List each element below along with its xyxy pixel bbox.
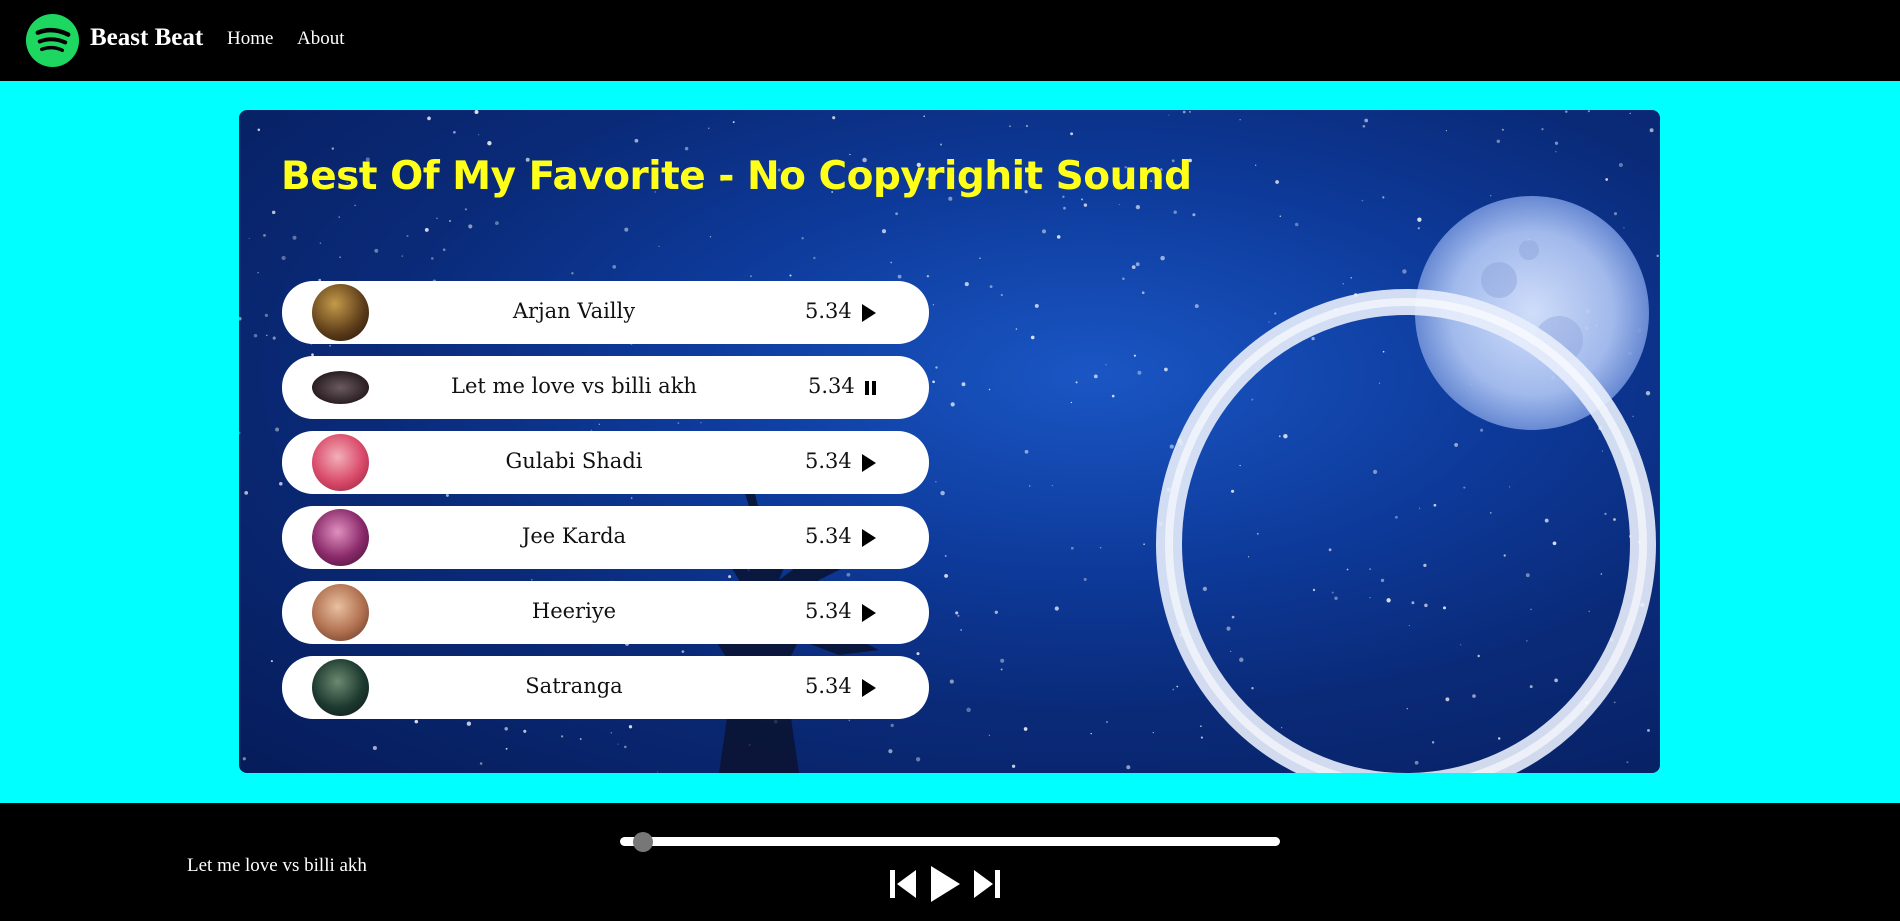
song-name: Gulabi Shadi: [505, 449, 643, 473]
song-item[interactable]: Satranga 5.34: [282, 656, 929, 719]
song-duration: 5.34: [808, 374, 855, 398]
play-icon[interactable]: [860, 528, 878, 548]
play-icon[interactable]: [928, 864, 962, 904]
song-name: Let me love vs billi akh: [451, 374, 697, 398]
playback-controls: [888, 863, 1002, 905]
play-icon[interactable]: [860, 603, 878, 623]
song-duration: 5.34: [805, 674, 852, 698]
song-item[interactable]: Arjan Vailly 5.34: [282, 281, 929, 344]
song-cover-image: [312, 371, 369, 404]
song-name: Satranga: [525, 674, 623, 698]
song-item[interactable]: Gulabi Shadi 5.34: [282, 431, 929, 494]
song-duration: 5.34: [805, 449, 852, 473]
nav-home-link[interactable]: Home: [227, 28, 273, 50]
brand-name: Beast Beat: [90, 24, 204, 51]
progress-bar[interactable]: [620, 832, 1280, 852]
song-cover-image: [312, 509, 369, 566]
song-list: Arjan Vailly 5.34 Let me love vs billi a…: [282, 281, 929, 731]
previous-icon[interactable]: [888, 867, 918, 901]
navbar: Beast Beat Home About: [0, 0, 1900, 81]
song-name: Jee Karda: [521, 524, 627, 548]
spotify-logo-icon[interactable]: [25, 13, 80, 68]
playlist-title: Best Of My Favorite - No Copyrighit Soun…: [281, 154, 1192, 199]
play-icon[interactable]: [860, 453, 878, 473]
song-item[interactable]: Jee Karda 5.34: [282, 506, 929, 569]
progress-knob[interactable]: [632, 832, 653, 852]
player-bar: Let me love vs billi akh: [0, 803, 1900, 921]
nav-about-link[interactable]: About: [297, 28, 345, 50]
song-duration: 5.34: [805, 524, 852, 548]
song-item[interactable]: Heeriye 5.34: [282, 581, 929, 644]
song-cover-image: [312, 434, 369, 491]
song-name: Heeriye: [531, 599, 617, 623]
song-cover-image: [312, 659, 369, 716]
song-duration: 5.34: [805, 599, 852, 623]
song-cover-image: [312, 284, 369, 341]
pause-icon[interactable]: [862, 378, 880, 398]
play-icon[interactable]: [860, 678, 878, 698]
song-cover-image: [312, 584, 369, 641]
play-icon[interactable]: [860, 303, 878, 323]
song-item[interactable]: Let me love vs billi akh 5.34: [282, 356, 929, 419]
playlist-container: Best Of My Favorite - No Copyrighit Soun…: [239, 110, 1660, 773]
now-playing-title: Let me love vs billi akh: [187, 855, 367, 876]
song-name: Arjan Vailly: [512, 299, 636, 323]
song-duration: 5.34: [805, 299, 852, 323]
next-icon[interactable]: [972, 867, 1002, 901]
